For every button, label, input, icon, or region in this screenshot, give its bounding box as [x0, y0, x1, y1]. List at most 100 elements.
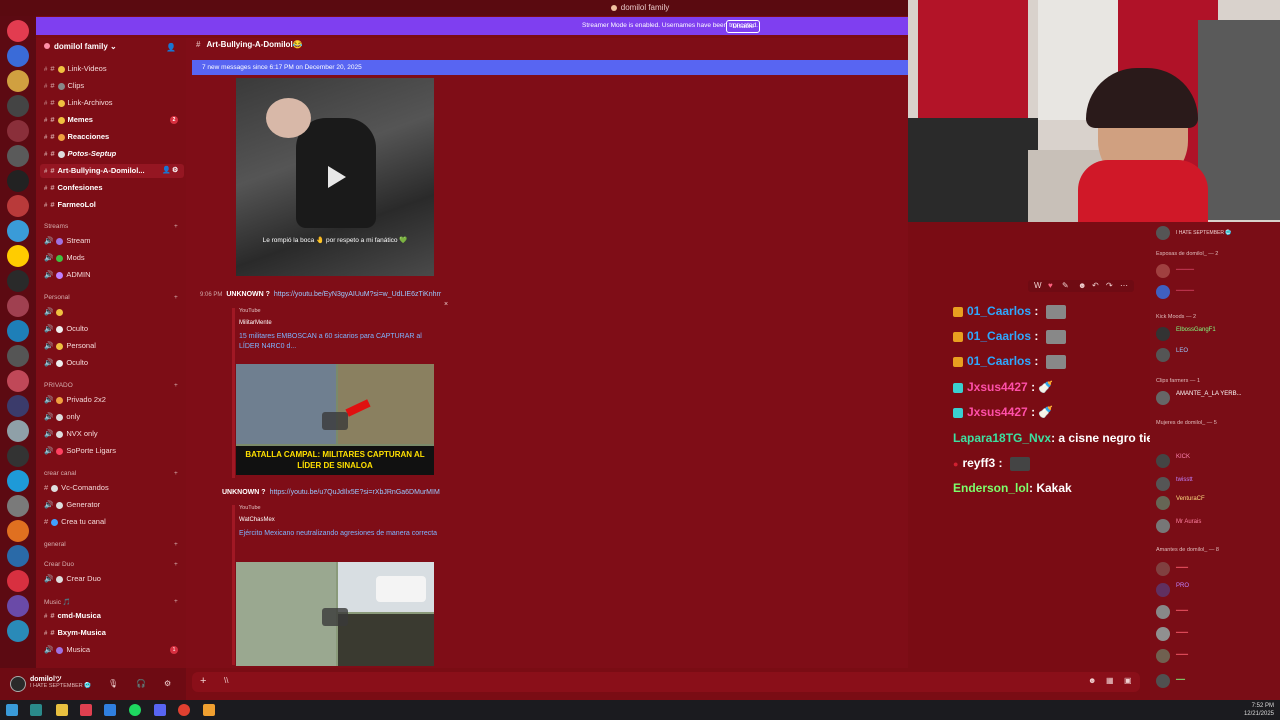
- channel-memes[interactable]: # # Memes 2: [44, 113, 186, 127]
- voice-crear-duo[interactable]: 🔊 Crear Duo: [44, 572, 101, 586]
- chrome-icon[interactable]: [178, 704, 190, 716]
- voice-oculto-2[interactable]: 🔊 Oculto: [44, 356, 88, 370]
- start-icon[interactable]: [6, 704, 18, 716]
- channel-reacciones[interactable]: # # Reacciones: [44, 130, 109, 144]
- server-icon[interactable]: [7, 245, 29, 267]
- add-attachment-icon[interactable]: +: [200, 675, 206, 687]
- word-icon[interactable]: W: [1034, 281, 1042, 290]
- microphone-icon[interactable]: 🎙: [108, 679, 118, 688]
- new-messages-bar[interactable]: 7 new messages since 6:17 PM on December…: [192, 60, 908, 75]
- server-icon[interactable]: [7, 520, 29, 542]
- category-streams[interactable]: Streams +: [44, 223, 178, 230]
- server-icon[interactable]: [7, 270, 29, 292]
- server-icon[interactable]: [7, 145, 29, 167]
- channel-potos-septup[interactable]: # # Potos-Septup: [44, 147, 116, 161]
- embed-author[interactable]: MilitarMente: [239, 320, 442, 326]
- message-link[interactable]: https://youtu.be/u7QuJdIlx5E?si=rXbJRnGa…: [270, 489, 440, 496]
- server-icon[interactable]: [7, 195, 29, 217]
- folder-icon[interactable]: [56, 704, 68, 716]
- emoji-icon[interactable]: ☻: [1078, 281, 1086, 290]
- category-general[interactable]: general +: [44, 541, 178, 548]
- channel-cmd-musica[interactable]: # # cmd-Musica: [44, 609, 101, 623]
- voice-privado-2x2[interactable]: 🔊 Privado 2x2: [44, 393, 106, 407]
- guild-header[interactable]: domilol family ⌄ 👤: [36, 38, 186, 56]
- app-icon[interactable]: [80, 704, 92, 716]
- discord-icon[interactable]: [154, 704, 166, 716]
- disable-streamer-button[interactable]: Disable: [726, 20, 760, 33]
- sticker-icon[interactable]: ▣: [1124, 676, 1132, 685]
- voice-mods[interactable]: 🔊 Mods: [44, 251, 85, 265]
- channel-vc-comandos[interactable]: # Vc-Comandos: [44, 481, 109, 495]
- server-icon[interactable]: [7, 470, 29, 492]
- server-icon[interactable]: [7, 570, 29, 592]
- server-icon[interactable]: [7, 395, 29, 417]
- embed-title[interactable]: Ejército Mexicano neutralizando agresion…: [239, 529, 442, 539]
- video-thumbnail[interactable]: [236, 562, 434, 666]
- forward-icon[interactable]: ↷: [1106, 281, 1113, 290]
- category-crear-canal[interactable]: crear canal +: [44, 470, 178, 477]
- server-icon[interactable]: [7, 420, 29, 442]
- close-icon[interactable]: ×: [444, 301, 448, 308]
- voice-personal[interactable]: 🔊 Personal: [44, 339, 96, 353]
- system-clock[interactable]: 7:52 PM 12/21/2025: [1244, 702, 1274, 718]
- pencil-icon[interactable]: ✎: [1062, 281, 1069, 290]
- video-player[interactable]: Le rompió la boca 🤚 por respeto a mi fan…: [236, 78, 434, 276]
- server-icon[interactable]: [7, 220, 29, 242]
- voice-admin[interactable]: 🔊 ADMIN: [44, 268, 91, 282]
- more-icon[interactable]: ⋯: [1120, 281, 1128, 290]
- channel-confesiones[interactable]: # # Confesiones: [44, 181, 103, 195]
- server-icon[interactable]: [7, 45, 29, 67]
- gift-icon[interactable]: ☻: [1088, 676, 1096, 685]
- server-icon[interactable]: [7, 95, 29, 117]
- obs-icon[interactable]: [203, 704, 215, 716]
- embed-author[interactable]: WatChasMex: [239, 517, 442, 523]
- add-member-icon[interactable]: 👤: [166, 43, 176, 52]
- voice-oculto[interactable]: 🔊 Oculto: [44, 322, 88, 336]
- voice-slot[interactable]: 🔊: [44, 305, 66, 319]
- category-personal[interactable]: Personal +: [44, 294, 178, 301]
- server-icon[interactable]: [7, 345, 29, 367]
- server-icon[interactable]: [7, 595, 29, 617]
- heart-icon[interactable]: ♥: [1048, 281, 1053, 290]
- server-icon[interactable]: [7, 120, 29, 142]
- channel-bxym-musica[interactable]: # # Bxym-Musica: [44, 626, 106, 640]
- spotify-icon[interactable]: [129, 704, 141, 716]
- message-input[interactable]: + \\ ☻ ▦ ▣: [192, 672, 1140, 692]
- server-icon[interactable]: [7, 170, 29, 192]
- channel-farmeolol[interactable]: # # FarmeoLol: [44, 198, 96, 212]
- server-icon[interactable]: [7, 620, 29, 642]
- voice-only[interactable]: 🔊 only: [44, 410, 80, 424]
- channel-link-archivos[interactable]: # # Link-Archivos: [44, 96, 113, 110]
- embed-title[interactable]: 15 militares EMBOSCAN a 60 sicarios para…: [239, 332, 442, 352]
- category-music[interactable]: Music 🎵 +: [44, 598, 178, 606]
- channel-art-bullying[interactable]: # # Art-Bullying-A-Domilol... 👤 ⚙: [40, 164, 184, 178]
- reply-icon[interactable]: ↶: [1092, 281, 1099, 290]
- browser-icon[interactable]: [104, 704, 116, 716]
- channel-clips[interactable]: # # Clips: [44, 79, 84, 93]
- server-icon[interactable]: [7, 445, 29, 467]
- category-crear-duo[interactable]: Crear Duo +: [44, 561, 178, 568]
- server-icon[interactable]: [7, 370, 29, 392]
- server-icon[interactable]: [7, 70, 29, 92]
- message-author[interactable]: UNKNOWN ?: [222, 489, 266, 496]
- voice-stream[interactable]: 🔊 Stream: [44, 234, 91, 248]
- server-icon[interactable]: [7, 295, 29, 317]
- message-author[interactable]: UNKNOWN ?: [226, 291, 270, 298]
- voice-nvx-only[interactable]: 🔊 NVX only: [44, 427, 98, 441]
- video-thumbnail[interactable]: BATALLA CAMPAL: MILITARES CAPTURAN AL LÍ…: [236, 364, 434, 475]
- avatar[interactable]: [10, 676, 26, 692]
- task-view-icon[interactable]: [30, 704, 42, 716]
- channel-link-videos[interactable]: # # Link-Videos: [44, 62, 107, 76]
- server-icon[interactable]: [7, 320, 29, 342]
- voice-generator[interactable]: 🔊 Generator: [44, 498, 100, 512]
- voice-musica[interactable]: 🔊 Musica 1: [44, 643, 186, 657]
- gear-icon[interactable]: ⚙: [164, 679, 171, 688]
- headphones-icon[interactable]: 🎧: [136, 679, 146, 688]
- channel-crea-tu-canal[interactable]: # Crea tu canal: [44, 515, 106, 529]
- apps-icon[interactable]: ▦: [1106, 676, 1114, 685]
- server-icon[interactable]: [7, 545, 29, 567]
- message-link[interactable]: https://youtu.be/EyN3gyAIUuM?si=w_UdLIE6…: [274, 291, 441, 298]
- server-icon[interactable]: [7, 20, 29, 42]
- voice-soporte[interactable]: 🔊 SoPorte Ligars: [44, 444, 116, 458]
- play-icon[interactable]: [320, 162, 350, 192]
